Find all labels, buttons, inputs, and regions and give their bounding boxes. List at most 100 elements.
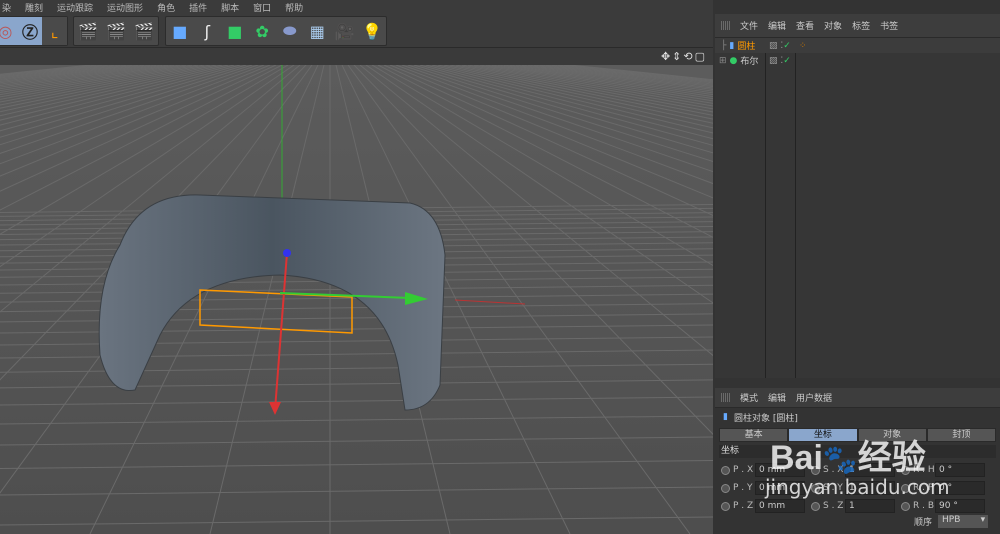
field-group: S . X1 <box>811 463 901 477</box>
grip-icon[interactable] <box>721 393 730 402</box>
render-picture-icon[interactable]: 🎬 <box>102 17 130 45</box>
obj-menu-bookmarks[interactable]: 书签 <box>880 19 898 32</box>
field-group: P . Z0 mm <box>721 499 811 513</box>
keyframe-radio[interactable] <box>901 465 910 475</box>
object-row-boole[interactable]: ⊞ ● 布尔 ▨ ⁚✓ <box>715 53 1000 68</box>
menu-character[interactable]: 角色 <box>157 1 175 14</box>
cylinder-icon: ▮ <box>729 40 735 51</box>
object-row-cylinder[interactable]: ├ ▮ 圆柱 ▨ ⁚✓ ⁘ <box>715 38 1000 53</box>
field-input[interactable]: 1 <box>845 499 895 513</box>
menu-mograph[interactable]: 运动图形 <box>107 1 143 14</box>
field-group: R . H0 ° <box>901 463 991 477</box>
grip-icon[interactable] <box>721 21 730 30</box>
menu-render[interactable]: 染 <box>2 1 11 14</box>
field-group: P . X0 mm <box>721 463 811 477</box>
floor-icon[interactable]: ▦ <box>304 17 332 45</box>
field-label: S . Z <box>823 501 844 511</box>
menu-help[interactable]: 帮助 <box>285 1 303 14</box>
field-label: R . P <box>913 483 934 493</box>
viewport-header: ✥⇕⟲▢ <box>0 48 713 65</box>
attributes-panel: 模式 编辑 用户数据 ▮ 圆柱对象 [圆柱] 基本 坐标 对象 封顶 坐标 P … <box>715 388 1000 534</box>
keyframe-radio[interactable] <box>901 501 910 511</box>
keyframe-radio[interactable] <box>811 501 820 511</box>
coordinate-system-icon[interactable]: ⌞ <box>42 17 68 45</box>
3d-viewport[interactable] <box>0 65 713 534</box>
field-group: R . B 90 ° <box>901 499 991 513</box>
object-name[interactable]: 布尔 <box>740 54 758 67</box>
tab-caps[interactable]: 封顶 <box>926 428 996 442</box>
menu-sculpt[interactable]: 雕刻 <box>25 1 43 14</box>
rotate-icon[interactable]: ◎ <box>0 17 18 45</box>
field-label: P . Z <box>733 501 754 511</box>
menu-window[interactable]: 窗口 <box>253 1 271 14</box>
field-input[interactable]: 1 <box>845 481 895 495</box>
field-group: S . Z1 <box>811 499 901 513</box>
keyframe-radio[interactable] <box>811 483 820 493</box>
visibility-toggle[interactable]: ▨ ⁚✓ <box>769 56 791 66</box>
tab-basic[interactable]: 基本 <box>719 428 789 442</box>
field-input[interactable]: 0 mm <box>755 481 805 495</box>
viewport-nav-icons[interactable]: ✥⇕⟲▢ <box>661 50 707 63</box>
toolbar: ◎ Ⓩ ⌞ 🎬 🎬 🎬 ■ ʃ ■ ✿ ⬬ ▦ 🎥 💡 <box>0 14 713 48</box>
field-input[interactable]: 0 ° <box>935 481 985 495</box>
field-group: S . Y1 <box>811 481 901 495</box>
field-label: S . X <box>823 465 844 475</box>
tab-object[interactable]: 对象 <box>857 428 927 442</box>
field-row: P . Y0 mm S . Y1R . P0 ° <box>721 479 1000 497</box>
obj-menu-file[interactable]: 文件 <box>740 19 758 32</box>
visibility-toggle[interactable]: ▨ ⁚✓ <box>769 41 791 51</box>
tab-coord[interactable]: 坐标 <box>788 428 858 442</box>
cylinder-icon: ▮ <box>723 412 728 422</box>
attr-menu-mode[interactable]: 模式 <box>740 391 758 404</box>
attr-menu-userdata[interactable]: 用户数据 <box>796 391 832 404</box>
field-label: P . Y <box>733 483 753 493</box>
field-input[interactable]: 0 ° <box>935 463 985 477</box>
light-icon[interactable]: 💡 <box>359 17 387 45</box>
keyframe-radio[interactable] <box>721 465 730 475</box>
field-label: R . B <box>913 501 935 511</box>
deformer-icon[interactable]: ⬬ <box>276 17 304 45</box>
field-label: P . X <box>733 465 754 475</box>
cube-icon[interactable]: ■ <box>166 17 194 45</box>
right-panel: 文件 编辑 查看 对象 标签 书签 ├ ▮ 圆柱 ▨ ⁚✓ ⁘ ⊞ ● 布尔 ▨… <box>715 14 1000 534</box>
field-input[interactable]: 0 mm <box>755 463 805 477</box>
order-dropdown[interactable]: HPB ▾ <box>938 515 988 528</box>
keyframe-radio[interactable] <box>901 483 910 493</box>
object-list: ├ ▮ 圆柱 ▨ ⁚✓ ⁘ ⊞ ● 布尔 ▨ ⁚✓ <box>715 38 1000 378</box>
obj-menu-view[interactable]: 查看 <box>796 19 814 32</box>
render-settings-icon[interactable]: 🎬 <box>130 17 158 45</box>
menu-bar: 染 雕刻 运动跟踪 运动图形 角色 插件 脚本 窗口 帮助 <box>0 0 713 14</box>
attr-menu-edit[interactable]: 编辑 <box>768 391 786 404</box>
field-group: P . Y0 mm <box>721 481 811 495</box>
obj-menu-edit[interactable]: 编辑 <box>768 19 786 32</box>
objects-menu: 文件 编辑 查看 对象 标签 书签 <box>715 14 1000 38</box>
object-name[interactable]: 圆柱 <box>737 39 755 52</box>
menu-motion-tracking[interactable]: 运动跟踪 <box>57 1 93 14</box>
boole-icon: ● <box>729 55 738 66</box>
obj-menu-tags[interactable]: 标签 <box>852 19 870 32</box>
gizmo-z <box>283 249 291 257</box>
array-icon[interactable]: ✿ <box>249 17 277 45</box>
menu-plugins[interactable]: 插件 <box>189 1 207 14</box>
field-row: P . Z0 mm S . Z1R . B 90 ° <box>721 497 1000 515</box>
section-coord: 坐标 <box>719 445 996 458</box>
spline-pen-icon[interactable]: ʃ <box>194 17 222 45</box>
camera-icon[interactable]: 🎥 <box>331 17 359 45</box>
viewport-scene <box>0 65 713 534</box>
menu-script[interactable]: 脚本 <box>221 1 239 14</box>
obj-menu-object[interactable]: 对象 <box>824 19 842 32</box>
z-axis-icon[interactable]: Ⓩ <box>18 17 43 45</box>
chevron-down-icon: ▾ <box>980 515 988 525</box>
tag-icon[interactable]: ⁘ <box>799 41 807 51</box>
field-label: R . H <box>913 465 935 475</box>
keyframe-radio[interactable] <box>721 483 730 493</box>
field-row: P . X0 mm S . X1R . H0 ° <box>721 461 1000 479</box>
field-input[interactable]: 90 ° <box>935 499 985 513</box>
keyframe-radio[interactable] <box>811 465 820 475</box>
field-label: S . Y <box>823 483 843 493</box>
subdivision-icon[interactable]: ■ <box>221 17 249 45</box>
field-input[interactable]: 1 <box>845 463 895 477</box>
field-input[interactable]: 0 mm <box>755 499 805 513</box>
render-view-icon[interactable]: 🎬 <box>74 17 102 45</box>
keyframe-radio[interactable] <box>721 501 730 511</box>
